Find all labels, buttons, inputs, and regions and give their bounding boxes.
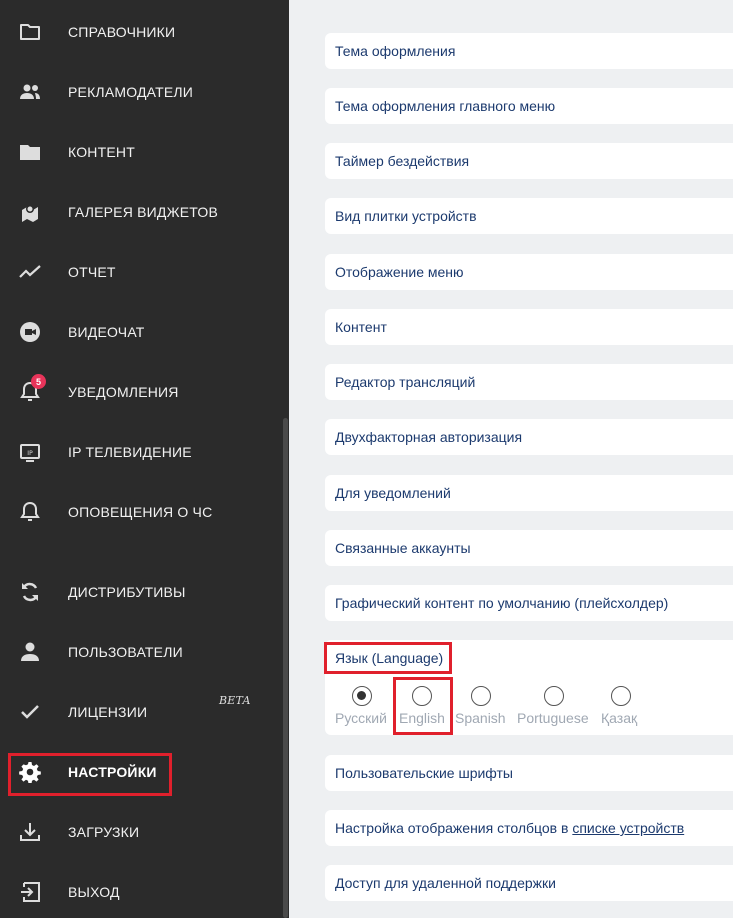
setting-linked-accounts[interactable]: Связанные аккаунты <box>325 530 733 566</box>
radio-kazakh[interactable] <box>611 686 631 706</box>
radio-spanish[interactable] <box>471 686 491 706</box>
sidebar-item-logout[interactable]: ВЫХОД <box>0 872 280 912</box>
sidebar-item-label: СПРАВОЧНИКИ <box>68 24 176 40</box>
sidebar-item-licenses[interactable]: ЛИЦЕНЗИИ beta <box>0 692 280 732</box>
setting-theme[interactable]: Тема оформления <box>325 33 733 69</box>
sidebar-item-widget-gallery[interactable]: ГАЛЕРЕЯ ВИДЖЕТОВ <box>0 192 280 232</box>
folder-icon <box>18 20 42 44</box>
people-icon <box>18 80 42 104</box>
sidebar-item-users[interactable]: ПОЛЬЗОВАТЕЛИ <box>0 632 280 672</box>
english-option-highlight-frame <box>393 677 453 735</box>
notification-badge: 5 <box>31 374 46 389</box>
folder-filled-icon <box>18 140 42 164</box>
setting-idle-timer[interactable]: Таймер бездействия <box>325 143 733 179</box>
svg-text:IP: IP <box>27 450 33 457</box>
radio-label-kazakh[interactable]: Қазақ <box>601 710 637 726</box>
radio-label-portuguese[interactable]: Portuguese <box>517 710 589 726</box>
setting-label: Доступ для удаленной поддержки <box>335 875 556 891</box>
trend-line-icon <box>18 260 42 284</box>
sidebar-item-content[interactable]: КОНТЕНТ <box>0 132 280 172</box>
sidebar-item-distributions[interactable]: ДИСТРИБУТИВЫ <box>0 572 280 612</box>
sidebar-item-label: КОНТЕНТ <box>68 144 135 160</box>
setting-label: Двухфакторная авторизация <box>335 429 523 445</box>
radio-russian[interactable] <box>352 686 372 706</box>
sidebar-item-label: ОПОВЕЩЕНИЯ О ЧС <box>68 504 213 520</box>
widgets-icon <box>18 200 42 224</box>
sidebar-item-notifications[interactable]: 5 УВЕДОМЛЕНИЯ <box>0 372 280 412</box>
setting-label: Тема оформления <box>335 43 456 59</box>
check-icon <box>18 700 42 724</box>
setting-content[interactable]: Контент <box>325 309 733 345</box>
sidebar-item-advertisers[interactable]: РЕКЛАМОДАТЕЛИ <box>0 72 280 112</box>
sidebar-item-iptv[interactable]: IP IP ТЕЛЕВИДЕНИЕ <box>0 432 280 472</box>
setting-two-factor-auth[interactable]: Двухфакторная авторизация <box>325 419 733 455</box>
setting-label: Пользовательские шрифты <box>335 765 513 781</box>
setting-for-notifications[interactable]: Для уведомлений <box>325 475 733 511</box>
sidebar-item-label: ПОЛЬЗОВАТЕЛИ <box>68 644 183 660</box>
sidebar-item-directories[interactable]: СПРАВОЧНИКИ <box>0 12 280 52</box>
settings-highlight-frame <box>8 753 172 796</box>
beta-tag: beta <box>219 694 251 707</box>
device-list-link[interactable]: списке устройств <box>572 820 684 836</box>
sidebar-item-label: УВЕДОМЛЕНИЯ <box>68 384 179 400</box>
setting-main-menu-theme[interactable]: Тема оформления главного меню <box>325 88 733 124</box>
setting-menu-display[interactable]: Отображение меню <box>325 254 733 290</box>
radio-portuguese[interactable] <box>544 686 564 706</box>
sidebar-item-report[interactable]: ОТЧЕТ <box>0 252 280 292</box>
sidebar-item-label: IP ТЕЛЕВИДЕНИЕ <box>68 444 192 460</box>
sync-icon <box>18 580 42 604</box>
setting-custom-fonts[interactable]: Пользовательские шрифты <box>325 755 733 791</box>
setting-device-tile-view[interactable]: Вид плитки устройств <box>325 198 733 234</box>
iptv-icon: IP <box>18 440 42 464</box>
sidebar-item-downloads[interactable]: ЗАГРУЗКИ <box>0 812 280 852</box>
language-title-highlight-frame <box>324 642 452 674</box>
download-icon <box>18 820 42 844</box>
sidebar-item-videochat[interactable]: ВИДЕОЧАТ <box>0 312 280 352</box>
setting-label: Контент <box>335 319 387 335</box>
setting-label: Редактор трансляций <box>335 374 476 390</box>
radio-label-russian[interactable]: Русский <box>335 710 387 726</box>
setting-device-list-columns[interactable]: Настройка отображения столбцов в списке … <box>325 810 733 846</box>
sidebar-item-emergency-alerts[interactable]: ОПОВЕЩЕНИЯ О ЧС <box>0 492 280 532</box>
sidebar-item-label: ДИСТРИБУТИВЫ <box>68 584 186 600</box>
user-icon <box>18 640 42 664</box>
setting-label: Настройка отображения столбцов в списке … <box>335 820 685 836</box>
setting-remote-support-access[interactable]: Доступ для удаленной поддержки <box>325 865 733 901</box>
sidebar-item-label: ВЫХОД <box>68 884 120 900</box>
setting-label: Тема оформления главного меню <box>335 98 556 114</box>
setting-label: Для уведомлений <box>335 485 451 501</box>
logout-icon <box>18 880 42 904</box>
sidebar-item-label: ОТЧЕТ <box>68 264 116 280</box>
sidebar-item-label: РЕКЛАМОДАТЕЛИ <box>68 84 194 100</box>
sidebar: СПРАВОЧНИКИ РЕКЛАМОДАТЕЛИ КОНТЕНТ ГАЛЕРЕ… <box>0 0 289 918</box>
bell-outline-icon <box>18 500 42 524</box>
setting-default-placeholder[interactable]: Графический контент по умолчанию (плейсх… <box>325 585 733 621</box>
radio-label-spanish[interactable]: Spanish <box>455 710 506 726</box>
sidebar-scrollbar-thumb[interactable] <box>283 418 288 918</box>
setting-label: Связанные аккаунты <box>335 540 471 556</box>
sidebar-item-label: ГАЛЕРЕЯ ВИДЖЕТОВ <box>68 204 218 220</box>
setting-label: Вид плитки устройств <box>335 208 477 224</box>
setting-label: Таймер бездействия <box>335 153 470 169</box>
videochat-icon <box>18 320 42 344</box>
sidebar-item-label: ЗАГРУЗКИ <box>68 824 140 840</box>
setting-broadcast-editor[interactable]: Редактор трансляций <box>325 364 733 400</box>
sidebar-item-label: ВИДЕОЧАТ <box>68 324 145 340</box>
setting-label: Графический контент по умолчанию (плейсх… <box>335 595 669 611</box>
setting-label: Отображение меню <box>335 264 464 280</box>
sidebar-item-label: ЛИЦЕНЗИИ beta <box>68 694 251 720</box>
